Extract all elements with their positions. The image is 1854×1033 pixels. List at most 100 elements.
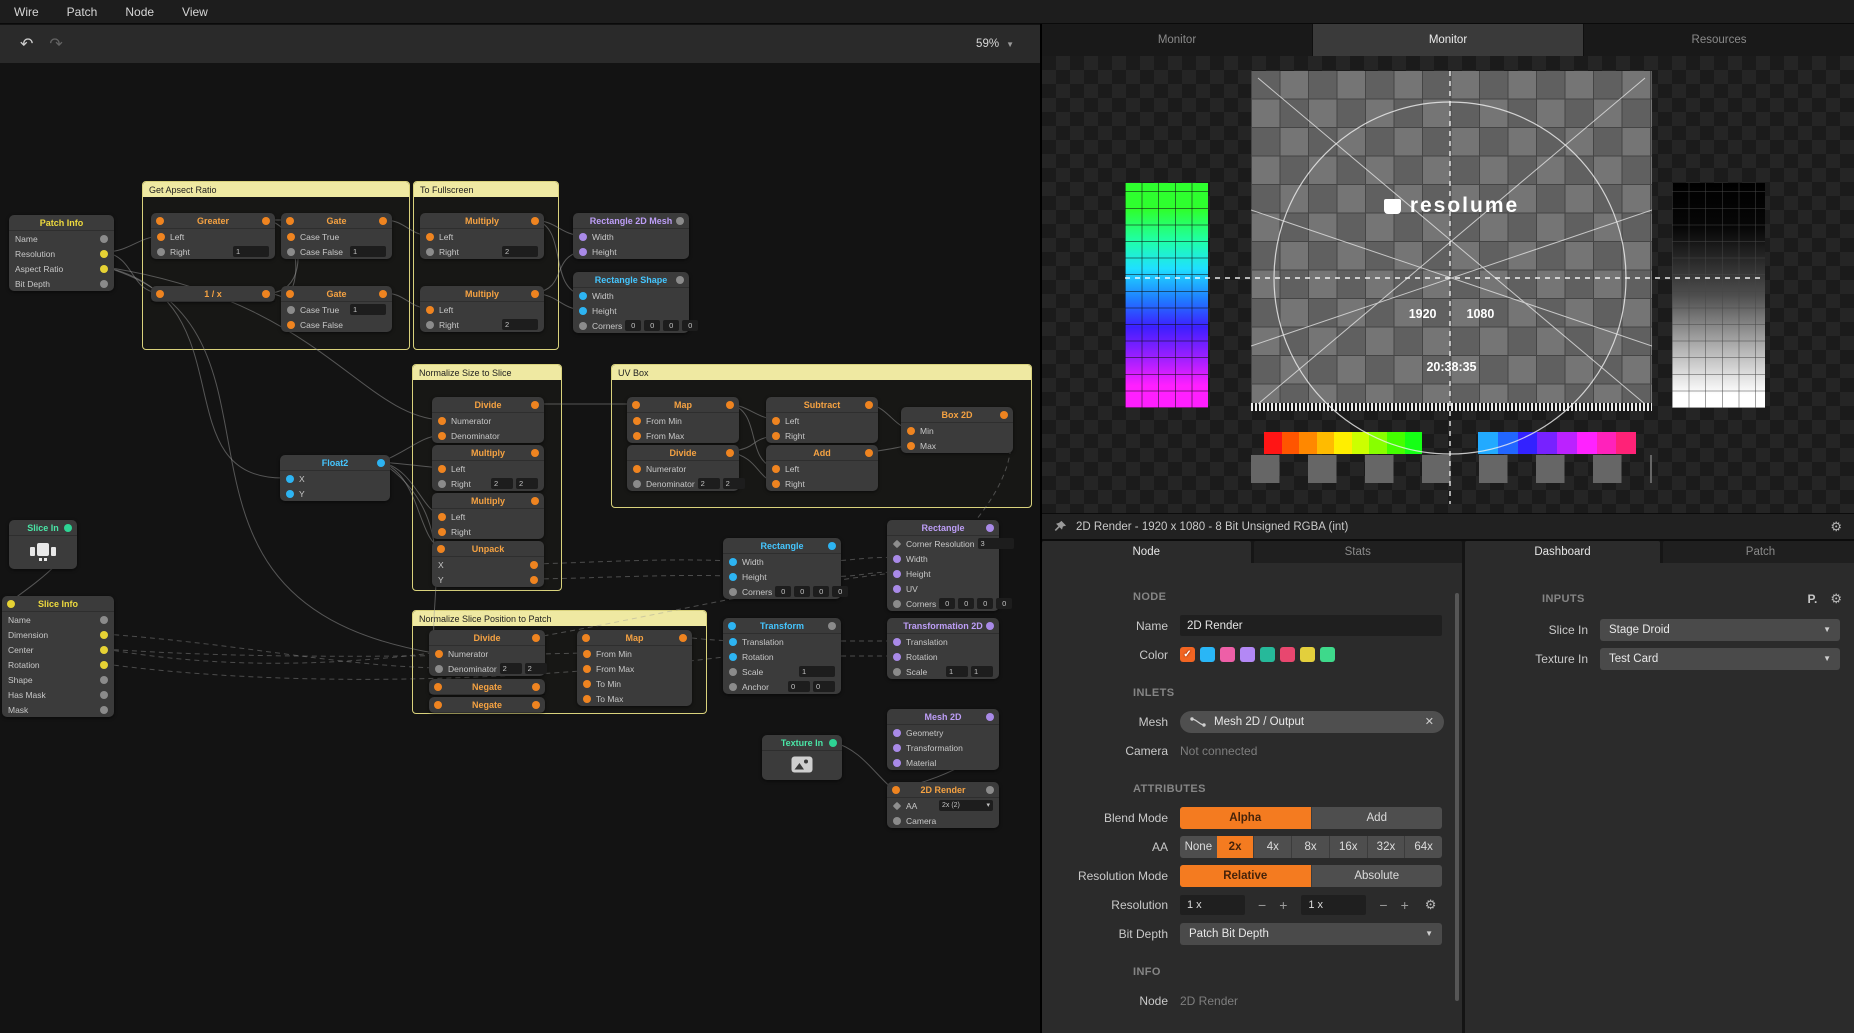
value-field[interactable]: 0 bbox=[977, 598, 993, 609]
output-port[interactable] bbox=[828, 622, 836, 630]
input-port[interactable] bbox=[287, 248, 295, 256]
input-port[interactable] bbox=[438, 417, 446, 425]
value-field[interactable]: 2 bbox=[516, 478, 538, 489]
value-field[interactable]: 2 bbox=[723, 478, 745, 489]
parameters-icon[interactable]: P. bbox=[1808, 592, 1818, 606]
input-port[interactable] bbox=[729, 653, 737, 661]
input-port[interactable] bbox=[893, 759, 901, 767]
input-port[interactable] bbox=[7, 600, 15, 608]
blend-option-alpha[interactable]: Alpha bbox=[1180, 807, 1311, 829]
monitor-tab-0[interactable]: Monitor bbox=[1042, 24, 1313, 56]
node-map-uv[interactable]: MapFrom MinFrom Max bbox=[627, 397, 739, 443]
input-port[interactable] bbox=[893, 744, 901, 752]
value-field[interactable]: 3 bbox=[978, 538, 1014, 549]
node-transformation-2d[interactable]: Transformation 2DTranslationRotationScal… bbox=[887, 618, 999, 679]
output-port[interactable] bbox=[676, 276, 684, 284]
value-field[interactable]: 0 bbox=[996, 598, 1012, 609]
node-unpack[interactable]: UnpackXY bbox=[432, 541, 544, 587]
input-port[interactable] bbox=[579, 248, 587, 256]
input-port[interactable] bbox=[287, 306, 295, 314]
resolution-y-field[interactable]: 1 x bbox=[1301, 895, 1366, 915]
value-field[interactable]: 1 bbox=[350, 304, 386, 315]
zoom-control[interactable]: 59% ▼ bbox=[976, 38, 1014, 50]
output-port[interactable] bbox=[532, 683, 540, 691]
input-port[interactable] bbox=[893, 653, 901, 661]
input-port[interactable] bbox=[286, 475, 294, 483]
menu-item-wire[interactable]: Wire bbox=[14, 5, 39, 19]
output-port[interactable] bbox=[865, 401, 873, 409]
input-port[interactable] bbox=[583, 665, 591, 673]
input-port[interactable] bbox=[893, 585, 901, 593]
node-add[interactable]: AddLeftRight bbox=[766, 445, 878, 491]
resolution-mode-option-relative[interactable]: Relative bbox=[1180, 865, 1311, 887]
color-swatch-2[interactable] bbox=[1220, 647, 1235, 662]
input-port[interactable] bbox=[286, 290, 294, 298]
value-field[interactable]: 1 bbox=[946, 666, 968, 677]
tab-stats[interactable]: Stats bbox=[1254, 541, 1463, 563]
plus-button[interactable]: + bbox=[1401, 897, 1409, 913]
gear-icon[interactable]: ⚙ bbox=[1830, 591, 1842, 607]
scrollbar[interactable] bbox=[1455, 593, 1459, 1001]
menu-item-patch[interactable]: Patch bbox=[67, 5, 98, 19]
color-swatch-4[interactable] bbox=[1260, 647, 1275, 662]
node-gate-2[interactable]: GateCase True1Case False bbox=[281, 286, 392, 332]
input-port[interactable] bbox=[579, 322, 587, 330]
input-port[interactable] bbox=[729, 638, 737, 646]
input-port[interactable] bbox=[772, 432, 780, 440]
color-swatch-5[interactable] bbox=[1280, 647, 1295, 662]
output-port[interactable] bbox=[64, 524, 72, 532]
node-rectangle-2[interactable]: RectangleCorner Resolution3WidthHeightUV… bbox=[887, 520, 999, 611]
output-port[interactable] bbox=[100, 676, 108, 684]
input-port[interactable] bbox=[287, 321, 295, 329]
output-port[interactable] bbox=[531, 217, 539, 225]
mesh-inlet-pill[interactable]: Mesh 2D / Output ✕ bbox=[1180, 711, 1444, 733]
node-map-np[interactable]: MapFrom MinFrom MaxTo MinTo Max bbox=[577, 630, 692, 706]
value-field[interactable]: 0 bbox=[939, 598, 955, 609]
resolution-mode-option-absolute[interactable]: Absolute bbox=[1311, 865, 1443, 887]
monitor-tab-1[interactable]: Monitor bbox=[1313, 24, 1584, 56]
output-port[interactable] bbox=[100, 235, 108, 243]
minus-button[interactable]: − bbox=[1379, 897, 1387, 913]
input-port[interactable] bbox=[156, 290, 164, 298]
tab-patch[interactable]: Patch bbox=[1663, 541, 1854, 563]
input-port[interactable] bbox=[435, 650, 443, 658]
input-port[interactable] bbox=[438, 528, 446, 536]
node-greater[interactable]: GreaterLeftRight1 bbox=[151, 213, 275, 259]
output-port[interactable] bbox=[100, 280, 108, 288]
value-field[interactable]: 0 bbox=[813, 681, 835, 692]
output-port[interactable] bbox=[379, 217, 387, 225]
output-port[interactable] bbox=[986, 713, 994, 721]
output-port[interactable] bbox=[100, 661, 108, 669]
input-port[interactable] bbox=[583, 695, 591, 703]
input-port[interactable] bbox=[287, 233, 295, 241]
redo-icon[interactable]: ↷ bbox=[49, 34, 62, 54]
resolution-x-field[interactable]: 1 x bbox=[1180, 895, 1245, 915]
input-port[interactable] bbox=[286, 217, 294, 225]
node-multiply-ns1[interactable]: MultiplyLeftRight22 bbox=[432, 445, 544, 491]
menu-item-node[interactable]: Node bbox=[125, 5, 154, 19]
close-icon[interactable]: ✕ bbox=[1425, 715, 1434, 728]
node-slice-info[interactable]: Slice InfoNameDimensionCenterRotationSha… bbox=[2, 596, 114, 717]
input-port[interactable] bbox=[893, 729, 901, 737]
output-port[interactable] bbox=[676, 217, 684, 225]
gear-icon[interactable]: ⚙ bbox=[1425, 897, 1437, 913]
node-divide-uv[interactable]: DivideNumeratorDenominator22 bbox=[627, 445, 739, 491]
output-port[interactable] bbox=[986, 786, 994, 794]
node-box-2d[interactable]: Box 2DMinMax bbox=[901, 407, 1013, 453]
input-port[interactable] bbox=[438, 465, 446, 473]
value-field[interactable]: 2 bbox=[525, 663, 547, 674]
input-port[interactable] bbox=[729, 573, 737, 581]
input-port[interactable] bbox=[583, 650, 591, 658]
node-float2[interactable]: Float2XY bbox=[280, 455, 390, 501]
output-port[interactable] bbox=[679, 634, 687, 642]
node-rectangle[interactable]: RectangleWidthHeightCorners0000 bbox=[723, 538, 841, 599]
input-port[interactable] bbox=[286, 490, 294, 498]
value-field[interactable]: 0 bbox=[625, 320, 641, 331]
output-port[interactable] bbox=[532, 634, 540, 642]
node-mesh-2d[interactable]: Mesh 2DGeometryTransformationMaterial bbox=[887, 709, 999, 770]
input-port[interactable] bbox=[907, 442, 915, 450]
input-port[interactable] bbox=[583, 680, 591, 688]
aa-dropdown[interactable]: 2x (2)▾ bbox=[939, 800, 993, 811]
output-port[interactable] bbox=[986, 622, 994, 630]
input-port[interactable] bbox=[893, 817, 901, 825]
